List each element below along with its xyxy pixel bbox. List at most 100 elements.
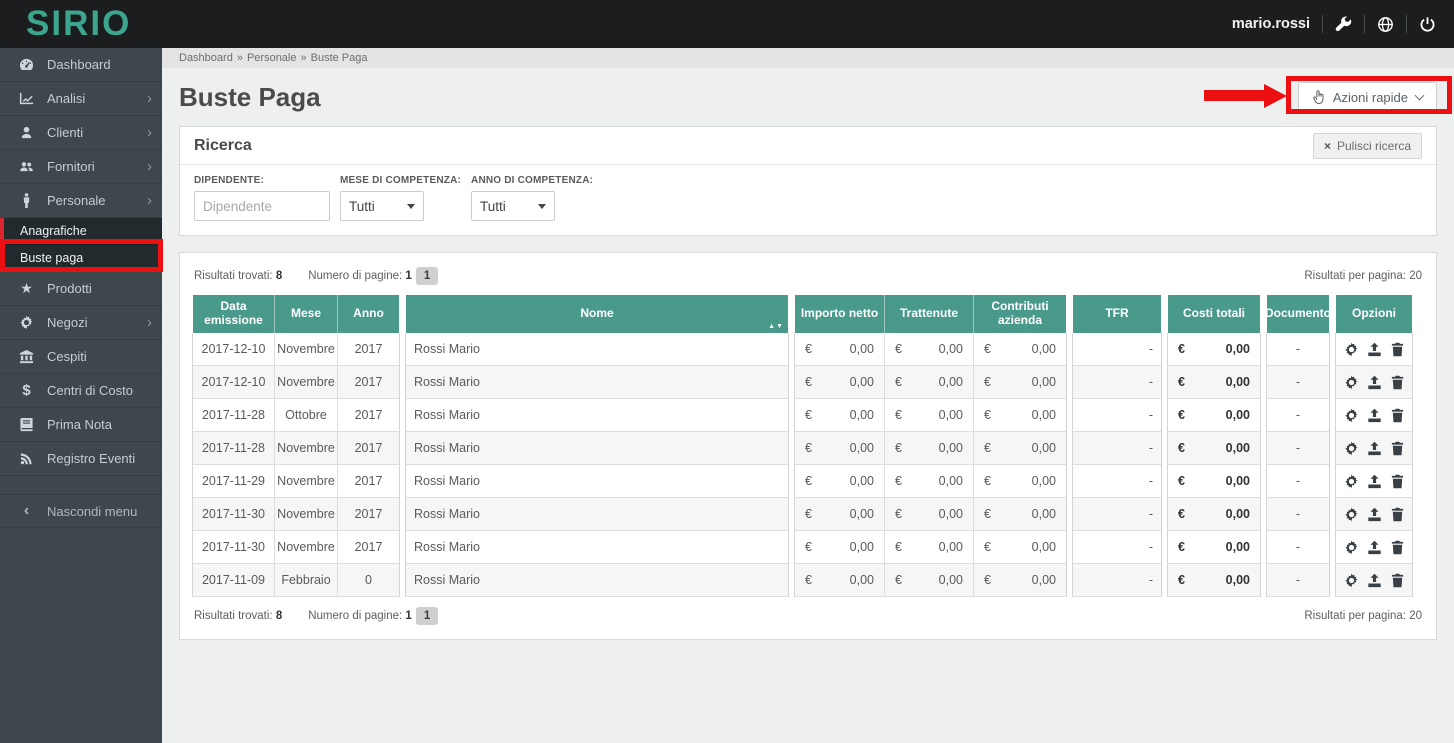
page-1-button[interactable]: 1 [415,607,439,625]
row-upload-button[interactable] [1367,342,1382,357]
row-delete-button[interactable] [1390,474,1405,489]
table-row: - [1073,333,1161,366]
row-upload-button[interactable] [1367,408,1382,423]
cell-costi_totali: €0,00 [1178,441,1250,455]
cell-tfr: - [1148,441,1153,455]
payroll-table: Data emissione Mese Anno 2017-12-10 Novembre… [192,295,1424,597]
sidebar-item-clienti[interactable]: Clienti › [0,116,162,150]
table-row: €0,00 [1168,465,1260,498]
row-delete-button[interactable] [1390,375,1405,390]
power-icon[interactable] [1419,16,1436,33]
cell-importo_netto: €0,00 [795,399,885,431]
gear-icon [17,315,36,330]
sidebar-item-dashboard[interactable]: Dashboard [0,48,162,82]
cell-documento: - [1295,441,1301,455]
currency-symbol: € [1178,408,1185,422]
row-upload-button[interactable] [1367,507,1382,522]
sidebar-item-negozi[interactable]: Negozi › [0,306,162,340]
currency-symbol: € [984,507,991,521]
sort-arrows-icon[interactable]: ▲▼ [768,323,784,331]
cell-opzioni [1336,465,1412,497]
row-settings-button[interactable] [1344,440,1359,456]
row-settings-button[interactable] [1344,506,1359,522]
row-settings-button[interactable] [1344,407,1359,423]
cell-data_emissione: 2017-11-09 [193,564,275,596]
table-row: - [1073,432,1161,465]
sidebar-item-personale[interactable]: Personale › [0,184,162,218]
hide-menu-button[interactable]: ‹ Nascondi menu [0,494,162,528]
currency-symbol: € [805,408,812,422]
select-arrow-icon [407,203,415,209]
quick-actions-button[interactable]: Azioni rapide [1297,81,1437,113]
row-upload-button[interactable] [1367,540,1382,555]
row-settings-button[interactable] [1344,473,1359,489]
sidebar-item-analisi[interactable]: Analisi › [0,82,162,116]
column-header-contributi_azienda: Contributi azienda [974,295,1066,333]
cell-contributi_azienda: €0,00 [984,375,1056,389]
cell-data_emissione: 2017-12-10 [193,366,275,398]
sidebar-item-anagrafiche[interactable]: Anagrafiche [0,218,162,245]
column-header-nome[interactable]: Nome ▲▼ [406,295,788,333]
search-title: Ricerca [194,136,252,154]
currency-symbol: € [895,408,902,422]
gear-icon [1344,374,1358,390]
breadcrumb-dashboard[interactable]: Dashboard [179,52,233,64]
cell-importo_netto: €0,00 [795,564,885,596]
sidebar-item-centri-di-costo[interactable]: $ Centri di Costo [0,374,162,408]
cell-costi_totali: €0,00 [1178,408,1250,422]
row-settings-button[interactable] [1344,539,1359,555]
per-page-value: 20 [1409,610,1422,622]
wrench-icon[interactable] [1335,16,1352,33]
row-settings-button[interactable] [1344,341,1359,357]
column-header-trattenute: Trattenute [885,295,974,333]
row-delete-button[interactable] [1390,441,1405,456]
clear-search-button[interactable]: × Pulisci ricerca [1312,132,1422,159]
breadcrumb-personale[interactable]: Personale [247,52,297,64]
dipendente-input[interactable] [194,191,330,221]
table-row: - [1267,498,1329,531]
row-settings-button[interactable] [1344,572,1359,588]
cell-anno: 2017 [354,408,383,422]
trash-icon [1391,474,1403,488]
sidebar-item-prima-nota[interactable]: Prima Nota [0,408,162,442]
table-row: 2017-11-29 Novembre 2017 [193,465,399,498]
sirio-logo: SIRIO [26,4,132,43]
currency-symbol: € [1178,573,1185,587]
row-upload-button[interactable] [1367,474,1382,489]
gear-icon [1344,341,1358,357]
page-1-button[interactable]: 1 [415,267,439,285]
hand-pointer-icon [1313,89,1324,104]
sidebar-item-cespiti[interactable]: Cespiti [0,340,162,374]
row-delete-button[interactable] [1390,573,1405,588]
globe-icon[interactable] [1377,16,1394,33]
row-delete-button[interactable] [1390,342,1405,357]
cell-tfr: - [1148,540,1153,554]
cell-opzioni [1336,498,1412,530]
sidebar-item-fornitori[interactable]: Fornitori › [0,150,162,184]
sidebar: Dashboard Analisi › Clienti › Fornitori … [0,48,162,743]
row-upload-button[interactable] [1367,441,1382,456]
upload-icon [1367,408,1381,422]
currency-symbol: € [895,540,902,554]
row-upload-button[interactable] [1367,573,1382,588]
divider [1406,15,1407,33]
sidebar-item-registro-eventi[interactable]: Registro Eventi [0,442,162,476]
sidebar-item-prodotti[interactable]: ★ Prodotti [0,272,162,306]
row-delete-button[interactable] [1390,507,1405,522]
cell-contributi_azienda: €0,00 [984,441,1056,455]
row-settings-button[interactable] [1344,374,1359,390]
table-row: 2017-11-28 Ottobre 2017 [193,399,399,432]
row-upload-button[interactable] [1367,375,1382,390]
row-delete-button[interactable] [1390,408,1405,423]
mese-select[interactable]: Tutti [340,191,424,221]
per-page-label: Risultati per pagina: [1304,610,1406,622]
sidebar-item-buste-paga[interactable]: Buste paga [0,245,162,272]
cell-costi_totali: €0,00 [1178,375,1250,389]
row-delete-button[interactable] [1390,540,1405,555]
cell-documento: - [1295,408,1301,422]
field-dipendente: DIPENDENTE: [194,175,330,221]
currency-symbol: € [1178,342,1185,356]
anno-select[interactable]: Tutti [471,191,556,221]
breadcrumb-buste-paga[interactable]: Buste Paga [311,52,368,64]
currency-symbol: € [805,507,812,521]
